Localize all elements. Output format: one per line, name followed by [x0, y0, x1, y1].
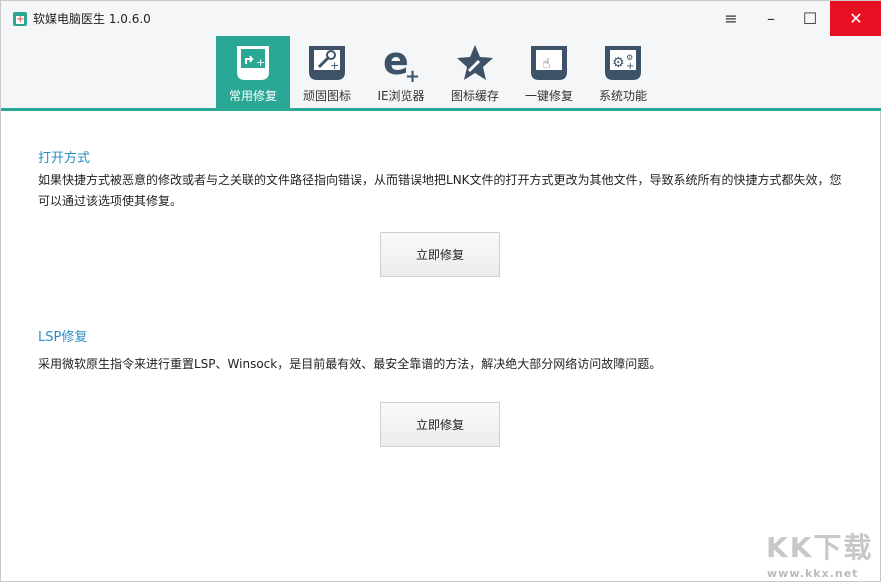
- section-title-open-method: 打开方式: [38, 151, 91, 166]
- tab-label: 图标缓存: [450, 89, 499, 103]
- svg-text:+: +: [256, 56, 265, 69]
- shortcut-fix-icon: +: [233, 44, 273, 82]
- svg-text:+: +: [626, 61, 634, 72]
- svg-text:⚙: ⚙: [612, 55, 625, 71]
- tab-one-click-fix[interactable]: ☝ 一键修复: [512, 36, 586, 108]
- tab-icon-cache[interactable]: 图标缓存: [438, 36, 512, 108]
- close-button[interactable]: ✕: [830, 1, 881, 36]
- tab-system-functions[interactable]: ⚙ ⚙ + 系统功能: [586, 36, 660, 108]
- section-title-lsp: LSP修复: [38, 330, 88, 345]
- menu-button[interactable]: ≡: [711, 1, 751, 36]
- window-title: 软媒电脑医生 1.0.6.0: [33, 12, 151, 26]
- tab-label: 系统功能: [598, 89, 647, 103]
- watermark-logo: KK下载: [766, 531, 874, 564]
- watermark-url: www.kkx.net: [767, 567, 859, 580]
- wrench-icon: +: [307, 44, 347, 82]
- minimize-button[interactable]: –: [751, 1, 791, 36]
- tab-ie-browser[interactable]: e + IE浏览器: [364, 36, 438, 108]
- tab-label: 顽固图标: [302, 89, 351, 103]
- fix-now-button[interactable]: 立即修复: [380, 232, 500, 277]
- maximize-button[interactable]: ☐: [790, 1, 830, 36]
- section-description: 采用微软原生指令来进行重置LSP、Winsock，是目前最有效、最安全靠谱的方法…: [38, 357, 662, 371]
- star-wrench-icon: [455, 44, 495, 82]
- svg-text:☝: ☝: [542, 56, 551, 72]
- toolbar: + 常用修复 + 顽固图标 e + IE浏览器 图标缓存 ☝ 一键修复 ⚙ ⚙ + 系…: [1, 36, 881, 111]
- gears-icon: ⚙ ⚙ +: [603, 44, 643, 82]
- hand-click-icon: ☝: [529, 44, 569, 82]
- fix-now-button[interactable]: 立即修复: [380, 402, 500, 447]
- app-icon: [13, 11, 27, 26]
- svg-text:+: +: [330, 59, 339, 72]
- svg-text:+: +: [405, 66, 420, 82]
- ie-icon: e +: [381, 44, 421, 82]
- title-bar: 软媒电脑医生 1.0.6.0 ≡ – ☐ ✕: [1, 1, 881, 36]
- tab-stubborn-icons[interactable]: + 顽固图标: [290, 36, 364, 108]
- tab-label: IE浏览器: [377, 89, 425, 103]
- tab-label: 常用修复: [228, 89, 277, 103]
- section-description: 如果快捷方式被恶意的修改或者与之关联的文件路径指向错误，从而错误地把LNK文件的…: [38, 173, 842, 208]
- tab-common-fix[interactable]: + 常用修复: [216, 36, 290, 108]
- tab-label: 一键修复: [524, 89, 573, 103]
